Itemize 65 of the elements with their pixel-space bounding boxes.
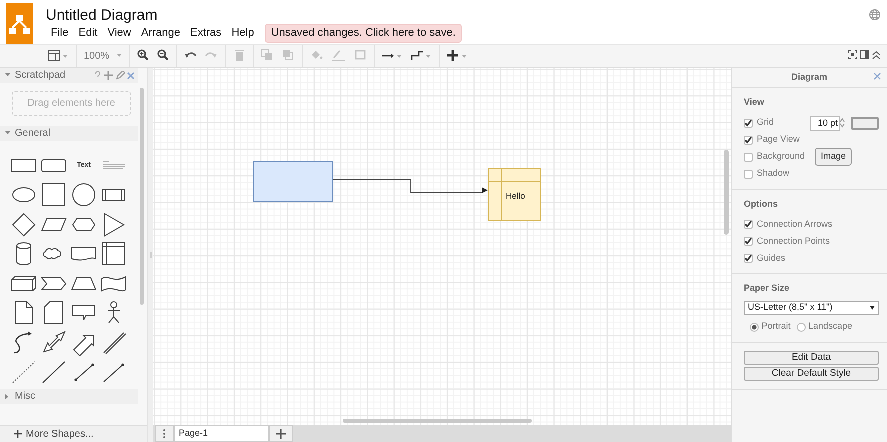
page-tab[interactable]: Page-1 — [174, 425, 269, 442]
collapse-chevrons-icon[interactable] — [872, 50, 881, 60]
section-heading: Options — [744, 198, 779, 211]
section-heading: View — [744, 96, 766, 109]
shape-label: Hello — [506, 190, 526, 203]
section-heading: Paper Size — [744, 282, 791, 295]
radio-button[interactable] — [796, 322, 806, 332]
radio-label: Portrait — [762, 320, 791, 334]
checkbox[interactable] — [744, 220, 753, 229]
horizontal-scrollbar[interactable] — [343, 419, 532, 423]
plus-icon[interactable] — [446, 49, 468, 63]
vertical-dots-icon[interactable] — [163, 428, 166, 438]
dropdown-caret-icon[interactable] — [870, 306, 875, 310]
paper-size-select[interactable]: US-Letter (8,5" x 11") — [744, 300, 879, 314]
panel-button[interactable]: Edit Data — [744, 350, 879, 364]
zoom-dropdown[interactable]: 100% — [84, 48, 122, 64]
radio-button[interactable] — [750, 322, 759, 332]
menu-item[interactable]: Extras — [186, 25, 227, 42]
menu-item[interactable]: Arrange — [136, 25, 186, 42]
expand-triangle-icon[interactable] — [5, 72, 12, 79]
diagram-canvas[interactable]: Hello — [153, 68, 731, 425]
language-globe-icon[interactable] — [869, 9, 881, 22]
section-title[interactable]: Misc — [15, 389, 36, 404]
checkbox[interactable] — [744, 118, 753, 128]
expand-triangle-icon[interactable] — [5, 130, 12, 137]
diagram-title: Untitled Diagram — [46, 6, 158, 26]
spinner-arrows-icon[interactable] — [840, 116, 845, 129]
plus-icon[interactable] — [276, 428, 286, 438]
menu-item[interactable]: Help — [226, 25, 260, 42]
option-label: Shadow — [757, 167, 790, 180]
option-label: Guides — [757, 252, 786, 265]
panel-button[interactable]: Clear Default Style — [744, 366, 879, 380]
zoom-out-icon[interactable] — [156, 49, 169, 63]
radio-label: Landscape — [808, 320, 853, 334]
layout-panel-icon[interactable] — [48, 49, 69, 63]
option-label: Page View — [757, 133, 800, 146]
table-shape[interactable]: Hello — [488, 168, 541, 221]
menu-item[interactable]: File — [46, 25, 74, 42]
save-notice[interactable]: Unsaved changes. Click here to save. — [265, 24, 462, 42]
zoom-in-icon[interactable] — [136, 49, 149, 63]
checkbox[interactable] — [744, 237, 753, 246]
option-label: Connection Points — [757, 234, 830, 248]
grid-color-swatch[interactable] — [851, 116, 879, 130]
option-label: Connection Arrows — [757, 218, 833, 231]
checkbox[interactable] — [744, 254, 753, 263]
option-label: Grid — [757, 116, 774, 130]
sidebar-scrollbar[interactable] — [140, 88, 144, 305]
checkbox[interactable] — [744, 152, 753, 162]
page-menu-button[interactable] — [155, 425, 174, 442]
menu-item[interactable]: Edit — [74, 25, 103, 42]
rectangle-shape[interactable] — [253, 161, 333, 202]
checkbox[interactable] — [744, 136, 753, 144]
checkbox[interactable] — [744, 170, 753, 178]
menu-item[interactable]: View — [102, 25, 136, 42]
waypoint-connector-icon[interactable] — [410, 49, 432, 63]
grid-size-field[interactable]: 10 pt — [810, 116, 840, 130]
more-shapes-link[interactable]: More Shapes... — [0, 425, 147, 442]
fullscreen-icon[interactable] — [848, 50, 858, 60]
image-button[interactable]: Image — [815, 148, 852, 166]
format-panel-toggle-icon[interactable] — [860, 50, 870, 60]
vertical-scrollbar[interactable] — [724, 150, 729, 235]
panel-title: Diagram — [791, 70, 828, 84]
plus-icon[interactable] — [14, 430, 22, 438]
option-label: Background — [757, 150, 806, 164]
add-page-button[interactable] — [269, 425, 293, 442]
